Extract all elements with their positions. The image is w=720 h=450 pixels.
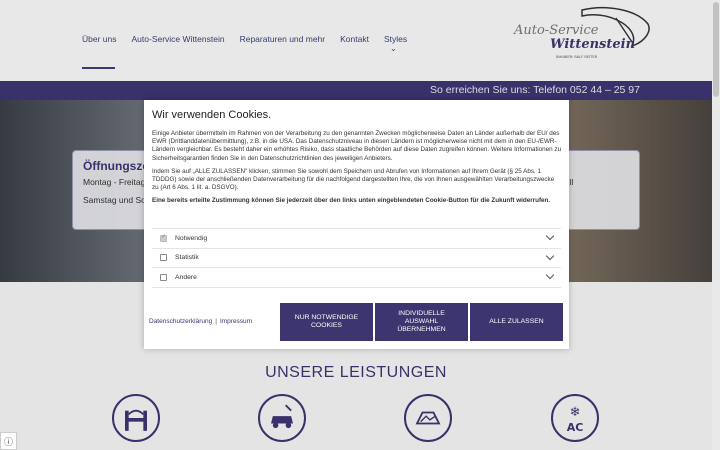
dialog-paragraph-bold: Eine bereits erteilte Zustimmung können … bbox=[152, 197, 551, 205]
accept-all-button[interactable]: ALLE ZULASSEN bbox=[470, 303, 563, 341]
link-separator: | bbox=[215, 318, 217, 325]
chevron-down-icon[interactable] bbox=[545, 270, 555, 280]
category-checkbox-statistik[interactable] bbox=[160, 254, 167, 262]
cookie-settings-icon[interactable]: ⓘ bbox=[0, 432, 17, 450]
category-row-notwendig[interactable]: Notwendig bbox=[152, 229, 561, 249]
dialog-body: Einige Anbieter übermitteln im Rahmen vo… bbox=[152, 130, 562, 210]
chevron-down-icon[interactable] bbox=[545, 251, 555, 260]
category-row-statistik[interactable]: Statistik bbox=[152, 249, 561, 268]
dialog-paragraph: Indem Sie auf „ALLE ZULASSEN" klicken, s… bbox=[152, 167, 555, 192]
category-label: Andere bbox=[175, 273, 197, 281]
cookie-category-list: Notwendig Statistik Andere bbox=[152, 228, 561, 288]
category-checkbox-notwendig bbox=[160, 233, 167, 242]
dialog-paragraph: Einige Anbieter übermitteln im Rahmen vo… bbox=[152, 130, 562, 162]
individual-selection-button[interactable]: INDIVIDUELLE AUSWAHL ÜBERNEHMEN bbox=[375, 303, 468, 341]
necessary-cookies-button[interactable]: NUR NOTWENDIGE COOKIES bbox=[280, 303, 373, 341]
privacy-link[interactable]: Datenschutzerklärung bbox=[149, 318, 212, 325]
category-label: Notwendig bbox=[175, 234, 208, 242]
cookie-consent-dialog: Wir verwenden Cookies. Einige Anbieter ü… bbox=[144, 100, 569, 349]
imprint-link[interactable]: Impressum bbox=[220, 318, 252, 325]
category-checkbox-andere[interactable] bbox=[160, 273, 167, 281]
chevron-down-icon[interactable] bbox=[545, 231, 555, 241]
category-row-andere[interactable]: Andere bbox=[152, 268, 561, 288]
footer-links: Datenschutzerklärung | Impressum bbox=[149, 318, 252, 325]
category-label: Statistik bbox=[175, 254, 199, 262]
dialog-title: Wir verwenden Cookies. bbox=[152, 109, 272, 121]
scrollbar-thumb[interactable] bbox=[713, 2, 719, 97]
scrollbar[interactable] bbox=[712, 0, 720, 450]
